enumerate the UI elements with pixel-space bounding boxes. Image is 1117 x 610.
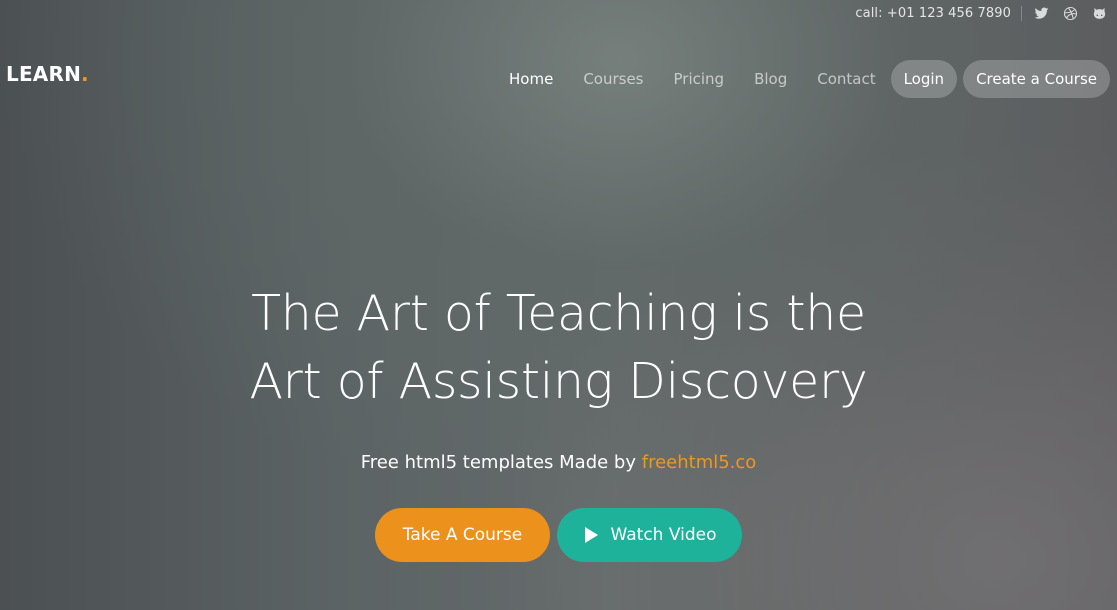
logo-dot: . — [81, 62, 89, 86]
social-links — [1034, 6, 1107, 21]
logo-text: LEARN — [6, 62, 82, 86]
dribbble-icon[interactable] — [1063, 6, 1078, 21]
twitter-icon[interactable] — [1034, 6, 1049, 21]
watch-video-button[interactable]: Watch Video — [557, 508, 742, 562]
subtitle-text: Free html5 templates Made by — [360, 452, 636, 473]
nav-courses[interactable]: Courses — [568, 60, 658, 98]
hero-section: call: +01 123 456 7890 LEARN. Home Cours… — [0, 0, 1117, 610]
github-icon[interactable] — [1092, 6, 1107, 21]
login-button[interactable]: Login — [890, 60, 958, 98]
watch-video-label: Watch Video — [610, 525, 717, 545]
site-logo[interactable]: LEARN. — [6, 62, 89, 86]
nav-blog[interactable]: Blog — [739, 60, 802, 98]
hero-headline: The Art of Teaching is the Art of Assist… — [0, 280, 1117, 416]
take-course-label: Take A Course — [402, 525, 523, 545]
take-course-button[interactable]: Take A Course — [375, 508, 550, 562]
play-icon — [584, 527, 598, 543]
headline-line-2: Art of Assisting Discovery — [249, 353, 868, 410]
freehtml5-link[interactable]: freehtml5.co — [642, 452, 757, 473]
hero-subtitle: Free html5 templates Made by freehtml5.c… — [0, 452, 1117, 473]
hero-cta-group: Take A Course Watch Video — [0, 508, 1117, 562]
nav-home[interactable]: Home — [494, 60, 568, 98]
nav-contact[interactable]: Contact — [802, 60, 890, 98]
headline-line-1: The Art of Teaching is the — [251, 285, 866, 342]
create-course-button[interactable]: Create a Course — [963, 60, 1110, 98]
phone-number: call: +01 123 456 7890 — [855, 5, 1022, 21]
main-nav: Home Courses Pricing Blog Contact Login … — [494, 60, 1110, 98]
nav-pricing[interactable]: Pricing — [659, 60, 740, 98]
top-info-bar: call: +01 123 456 7890 — [855, 0, 1107, 26]
